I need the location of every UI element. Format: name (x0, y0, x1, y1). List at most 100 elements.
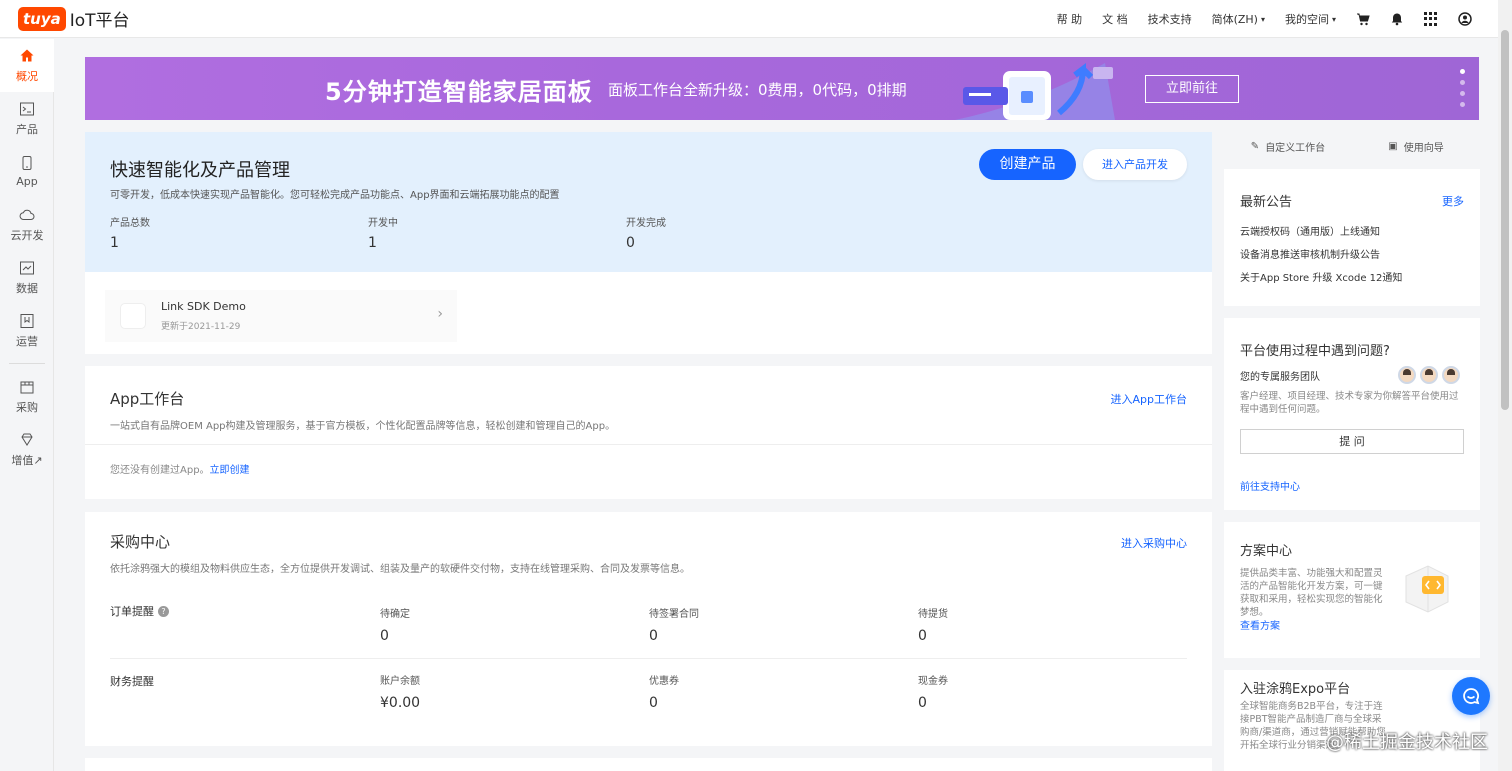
stat-value: 0 (626, 235, 635, 251)
sidebar-item-app[interactable]: App (0, 145, 54, 198)
cell-label: 账户余额 (380, 676, 420, 687)
divider (85, 444, 1212, 445)
nav-help[interactable]: 帮 助 (1057, 11, 1083, 27)
language-label: 简体(ZH) (1211, 13, 1258, 26)
tab-label: 自定义工作台 (1265, 142, 1326, 154)
nav-docs[interactable]: 文 档 (1102, 11, 1128, 27)
finance-cell-coupon: 优惠券 0 (649, 672, 679, 711)
sidebar: 概况 产品 App 云开发 数据 运营 采购 增值↗ (0, 39, 54, 771)
promo-banner[interactable]: 5分钟打造智能家居面板 面板工作台全新升级：0费用，0代码，0排期 立即前往 (85, 57, 1479, 120)
cart-icon[interactable] (1356, 12, 1370, 26)
cell-value: ¥0.00 (380, 695, 421, 711)
top-nav: 帮 助 文 档 技术支持 简体(ZH) ▾ 我的空间 ▾ (1057, 0, 1472, 38)
order-cell-pickup: 待提货 0 (918, 605, 948, 644)
stat-total: 产品总数 1 (110, 214, 150, 251)
stat-label: 产品总数 (110, 218, 150, 229)
app-title: App工作台 (110, 390, 185, 408)
sidebar-item-label: 概况 (16, 69, 38, 83)
stat-label: 开发完成 (626, 218, 666, 229)
help-team-label: 您的专属服务团队 (1240, 372, 1320, 383)
question-icon[interactable]: ? (158, 605, 169, 617)
sidebar-item-operation[interactable]: 运营 (0, 304, 54, 357)
product-tile[interactable]: Link SDK Demo 更新于2021-11-29 › (105, 290, 457, 342)
cell-label: 现金券 (918, 676, 948, 687)
notice-more-link[interactable]: 更多 (1442, 193, 1464, 209)
banner-go-button[interactable]: 立即前往 (1145, 75, 1239, 103)
avatar (1442, 366, 1460, 384)
help-title: 平台使用过程中遇到问题? (1240, 344, 1390, 359)
product-thumbnail (120, 303, 146, 329)
avatar (1398, 366, 1416, 384)
quick-product-card: 快速智能化及产品管理 可零开发，低成本快速实现产品智能化。您可轻松完成产品功能点… (85, 132, 1212, 354)
apps-grid-icon[interactable] (1424, 12, 1438, 26)
sidebar-item-label: App (16, 175, 38, 188)
tab-usage-guide[interactable]: ▣ 使用向导 (1352, 132, 1480, 160)
banner-pagination[interactable] (1460, 69, 1465, 107)
notice-item[interactable]: 云端授权码（通用版）上线通知 (1240, 223, 1380, 238)
cell-value: 0 (918, 628, 927, 644)
stat-developing: 开发中 1 (368, 214, 398, 251)
create-app-link[interactable]: 立即创建 (210, 465, 250, 476)
cell-value: 0 (649, 628, 658, 644)
sidebar-item-label: 采购 (16, 400, 38, 414)
logo-badge: tuya (18, 6, 66, 31)
enter-app-workbench-link[interactable]: 进入App工作台 (1111, 391, 1188, 407)
enter-purchase-center-link[interactable]: 进入采购中心 (1121, 535, 1187, 551)
phone-icon (22, 156, 32, 170)
plan-title: 方案中心 (1240, 544, 1293, 559)
sidebar-item-label: 云开发 (10, 228, 44, 242)
enter-product-dev-button[interactable]: 进入产品开发 (1083, 149, 1187, 180)
page-scrollbar[interactable] (1498, 0, 1512, 771)
notice-title: 最新公告 (1240, 195, 1293, 210)
app-empty-text: 您还没有创建过App。 (110, 465, 210, 476)
sidebar-item-overview[interactable]: 概况 (0, 39, 54, 92)
cell-value: 0 (918, 695, 927, 711)
quick-desc: 可零开发，低成本快速实现产品智能化。您可轻松完成产品功能点、App界面和云端拓展… (110, 190, 560, 201)
product-updated-date: 更新于2021-11-29 (161, 322, 241, 332)
cell-label: 优惠券 (649, 676, 679, 687)
create-product-button[interactable]: 创建产品 (979, 149, 1076, 180)
app-desc: 一站式自有品牌OEM App构建及管理服务，基于官方模板，个性化配置品牌等信息，… (110, 421, 616, 432)
sidebar-item-value-added[interactable]: 增值↗ (0, 423, 54, 476)
user-avatar-icon[interactable] (1458, 12, 1472, 26)
order-cell-pending: 待确定 0 (380, 605, 410, 644)
bell-icon[interactable] (1390, 12, 1404, 26)
finance-cell-balance: 账户余额 ¥0.00 (380, 672, 420, 711)
service-team-avatars (1398, 366, 1460, 384)
support-center-link[interactable]: 前往支持中心 (1240, 478, 1300, 493)
tab-custom-workbench[interactable]: ✎ 自定义工作台 (1224, 132, 1352, 160)
sidebar-item-purchase[interactable]: 采购 (0, 370, 54, 423)
chevron-down-icon: ▾ (1260, 14, 1265, 24)
notice-card: 最新公告 更多 云端授权码（通用版）上线通知 设备消息推送审核机制升级公告 关于… (1224, 169, 1480, 306)
scrollbar-thumb[interactable] (1501, 30, 1509, 410)
sidebar-item-cloud[interactable]: 云开发 (0, 198, 54, 251)
chevron-right-icon: › (437, 306, 443, 322)
sidebar-item-product[interactable]: 产品 (0, 92, 54, 145)
sidebar-item-data[interactable]: 数据 (0, 251, 54, 304)
chevron-down-icon: ▾ (1331, 14, 1336, 24)
ask-question-button[interactable]: 提 问 (1240, 429, 1464, 454)
order-label-text: 订单提醒 (110, 605, 154, 618)
notice-item[interactable]: 关于App Store 升级 Xcode 12通知 (1240, 269, 1402, 284)
cell-label: 待确定 (380, 609, 410, 620)
notice-item[interactable]: 设备消息推送审核机制升级公告 (1240, 246, 1380, 261)
top-header: tuya IoT平台 帮 助 文 档 技术支持 简体(ZH) ▾ 我的空间 ▾ (0, 0, 1512, 38)
sidebar-item-label: 运营 (16, 334, 38, 348)
stat-label: 开发中 (368, 218, 398, 229)
logo[interactable]: tuya IoT平台 (18, 6, 130, 31)
sidebar-item-label: 产品 (16, 122, 38, 136)
customer-service-chat-button[interactable] (1452, 677, 1490, 715)
tab-label: 使用向导 (1403, 142, 1444, 154)
my-space-menu[interactable]: 我的空间 ▾ (1285, 11, 1336, 27)
banner-subtitle: 面板工作台全新升级：0费用，0代码，0排期 (608, 81, 907, 99)
language-select[interactable]: 简体(ZH) ▾ (1212, 11, 1265, 27)
view-solutions-link[interactable]: 查看方案 (1240, 617, 1280, 632)
finance-reminder-label: 财务提醒 (110, 675, 154, 688)
nav-support[interactable]: 技术支持 (1148, 11, 1192, 27)
right-tabs: ✎ 自定义工作台 ▣ 使用向导 (1224, 132, 1480, 160)
edit-icon: ✎ (1250, 140, 1260, 152)
cell-label: 待签署合同 (649, 609, 699, 620)
quick-product-header: 快速智能化及产品管理 可零开发，低成本快速实现产品智能化。您可轻松完成产品功能点… (85, 132, 1212, 272)
chart-icon (20, 261, 34, 274)
my-space-label: 我的空间 (1284, 13, 1329, 26)
